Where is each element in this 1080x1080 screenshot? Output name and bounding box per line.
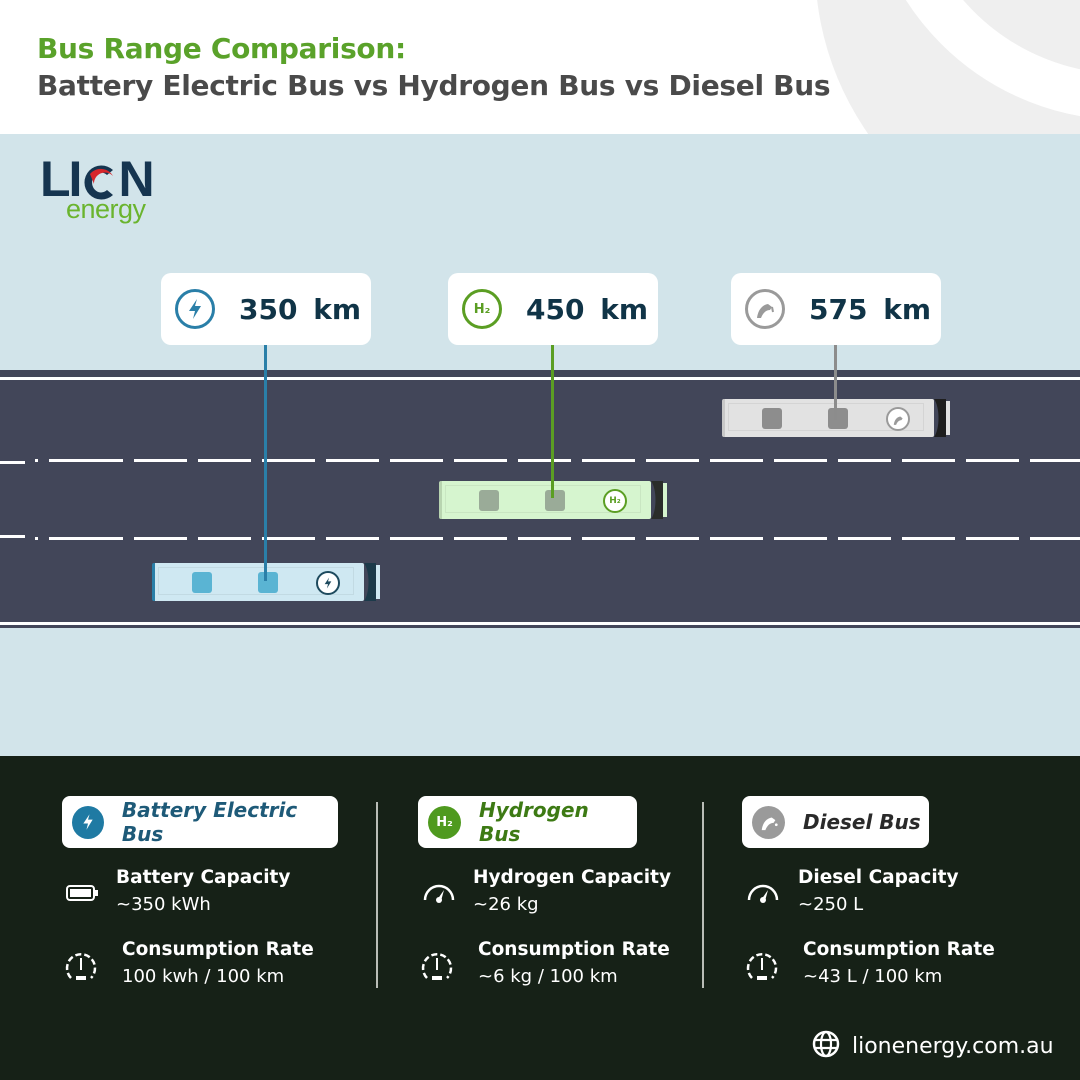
spec-rate-hydrogen: Consumption Rate ~6 kg / 100 km [478,939,670,987]
spec-capacity-electric: Battery Capacity ~350 kWh [116,867,290,915]
bus-window [192,572,212,593]
lightning-icon [72,805,104,839]
bus-window [828,408,848,429]
fuel-nozzle-icon [752,805,785,839]
title-line-2: Battery Electric Bus vs Hydrogen Bus vs … [37,69,831,102]
bus-cab [364,563,380,601]
range-value-hydrogen: 450 km [526,292,648,326]
range-callout-diesel: 575 km [731,273,941,345]
bus-cab [934,399,950,437]
h2-icon: H₂ [428,805,461,839]
spec-value: 100 kwh / 100 km [122,966,285,987]
tag-hydrogen-bus: H₂ Hydrogen Bus [418,796,637,848]
speedometer-icon [420,952,454,986]
bus-window [258,572,278,593]
tag-diesel-bus: Diesel Bus [742,796,929,848]
title-line-1: Bus Range Comparison: [37,32,406,65]
fuel-nozzle-icon [886,407,910,431]
lane-divider-2 [35,537,1080,540]
spec-label: Hydrogen Capacity [473,867,672,888]
speedometer-icon [64,952,98,986]
lightning-icon [316,571,340,595]
logo-energy-text: energy [66,194,146,224]
spec-rate-diesel: Consumption Rate ~43 L / 100 km [803,939,995,987]
fuel-nozzle-icon [745,289,785,329]
lion-energy-logo: LI N energy [40,154,160,229]
gauge-icon [422,882,456,908]
tag-label: Battery Electric Bus [121,798,298,846]
spec-value: ~6 kg / 100 km [478,966,618,987]
spec-value: ~26 kg [473,894,539,915]
bus-window [545,490,565,511]
spec-value: ~250 L [798,894,864,915]
range-callout-electric: 350 km [161,273,371,345]
column-divider [702,802,704,988]
tag-battery-electric-bus: Battery Electric Bus [62,796,338,848]
range-pin-diesel-overlay [834,345,837,420]
range-value-diesel: 575 km [809,292,931,326]
lane-stub [0,461,25,464]
header: Bus Range Comparison: Battery Electric B… [0,0,1080,134]
website-url[interactable]: lionenergy.com.au [852,1034,1054,1059]
lightning-icon [175,289,215,329]
bus-window [762,408,782,429]
range-pin-hydrogen-overlay [551,345,554,498]
gauge-icon [746,882,780,908]
road-scene: LI N energy 350 km H₂ 450 km 575 km H₂ [0,134,1080,756]
spec-value: ~350 kWh [116,894,211,915]
bus-window [479,490,499,511]
specs-panel: Battery Electric Bus Battery Capacity ~3… [0,756,1080,1080]
spec-rate-electric: Consumption Rate 100 kwh / 100 km [122,939,314,987]
lane-divider-1 [35,459,1080,462]
website-link[interactable]: lionenergy.com.au [812,1030,1054,1062]
spec-value: ~43 L / 100 km [803,966,943,987]
bus-cab [651,481,667,519]
h2-icon: H₂ [462,289,502,329]
spec-capacity-hydrogen: Hydrogen Capacity ~26 kg [473,867,671,915]
lane-stub [0,535,25,538]
spec-label: Consumption Rate [478,939,670,960]
speedometer-icon [745,952,779,986]
spec-label: Consumption Rate [122,939,314,960]
h2-icon: H₂ [603,489,627,513]
tag-label: Hydrogen Bus [478,798,589,846]
range-pin-electric-overlay [264,345,267,581]
range-value-electric: 350 km [239,292,361,326]
range-callout-hydrogen: H₂ 450 km [448,273,658,345]
spec-label: Diesel Capacity [798,867,959,888]
road-edge-bottom [0,622,1080,625]
globe-icon [812,1030,840,1062]
spec-label: Consumption Rate [803,939,995,960]
road-edge-top [0,377,1080,380]
spec-capacity-diesel: Diesel Capacity ~250 L [798,867,959,915]
battery-icon [66,884,100,906]
spec-label: Battery Capacity [116,867,291,888]
column-divider [376,802,378,988]
tag-label: Diesel Bus [803,810,921,834]
